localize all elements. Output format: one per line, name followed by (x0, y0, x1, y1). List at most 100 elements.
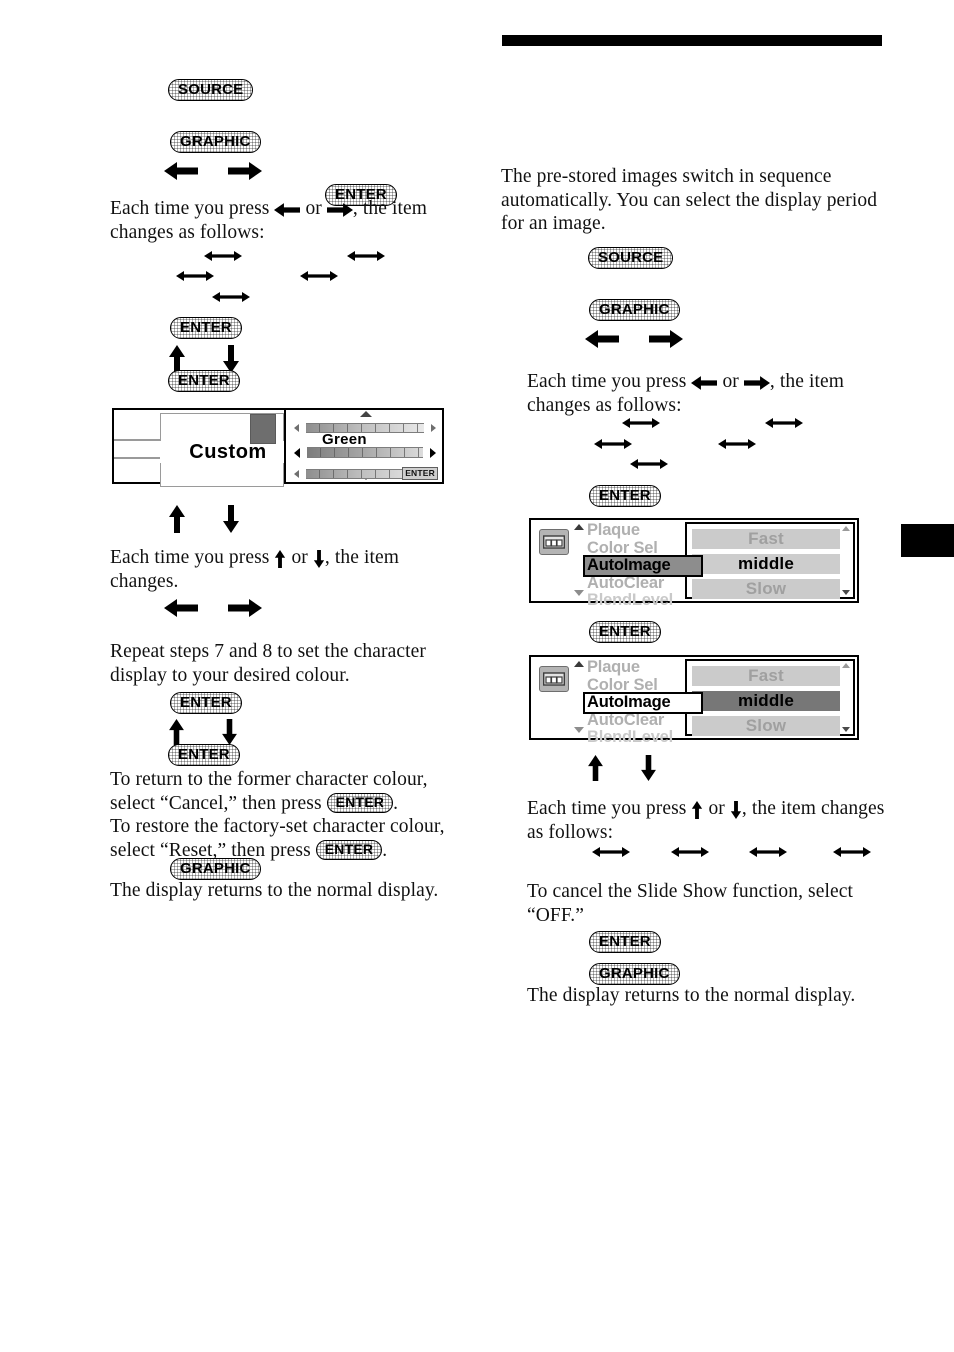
enter-button[interactable]: ENTER (168, 370, 240, 392)
lcd-custom-label: Custom (160, 441, 296, 463)
option-scrollbar[interactable] (842, 526, 852, 595)
scroll-down-triangle-icon[interactable] (574, 590, 584, 596)
cancel-slideshow-line1: To cancel the Slide Show function, selec… (527, 881, 854, 902)
left-step-enter-2: ENTER (170, 317, 242, 339)
right-cancel-slideshow-text: To cancel the Slide Show function, selec… (527, 880, 907, 927)
menu-item-autoclear[interactable]: AutoClear (585, 574, 701, 593)
arrow-up-icon (168, 505, 186, 533)
enter-button[interactable]: ENTER (315, 840, 383, 861)
each-time-lr-part4: changes as follows: (110, 221, 265, 243)
lcd-slider-pane: Green ENTER (284, 410, 442, 482)
cancel-line1: To return to the former character colour… (110, 769, 428, 790)
arrow-up-icon (587, 755, 604, 781)
left-cycle-arrow-4 (300, 269, 338, 288)
menu-item-color-sel[interactable]: Color Sel (585, 539, 701, 558)
graphic-button[interactable]: GRAPHIC (589, 963, 680, 985)
option-scrollbar[interactable] (842, 663, 852, 732)
right-step-enter-3: ENTER (589, 931, 661, 953)
scroll-down-triangle-icon[interactable] (842, 590, 850, 595)
double-headed-arrow-icon (176, 271, 214, 281)
arrow-right-icon (649, 329, 683, 349)
cancel-line2b: . (393, 792, 399, 814)
scroll-down-triangle-icon[interactable] (842, 727, 850, 732)
scroll-up-triangle-icon[interactable] (574, 524, 584, 530)
option-slow[interactable]: Slow (692, 716, 840, 736)
menu-item-plaque[interactable]: Plaque (585, 658, 701, 677)
enter-button[interactable]: ENTER (326, 793, 394, 814)
each-time-lr-part4: changes as follows: (527, 394, 682, 416)
graphic-button[interactable]: GRAPHIC (589, 299, 680, 321)
menu-item-autoclear[interactable]: AutoClear (585, 711, 701, 730)
reset-line1: To restore the factory-set character col… (110, 816, 445, 837)
enter-button[interactable]: ENTER (589, 621, 661, 643)
right-slideshow-cycle-arrow-2 (671, 845, 709, 864)
source-button[interactable]: SOURCE (588, 247, 674, 269)
menu-item-color-sel[interactable]: Color Sel (585, 676, 701, 695)
intro-line1: The pre-stored images switch in sequence (501, 166, 832, 187)
left-arrow-pair-row-2 (164, 598, 262, 618)
graphic-button[interactable]: GRAPHIC (170, 858, 261, 880)
each-time-ud-part2: or (291, 547, 308, 568)
arrow-down-icon (222, 345, 240, 373)
menu-list: Plaque Color Sel AutoImage AutoClear Ble… (585, 521, 701, 609)
arrow-left-icon (691, 375, 718, 391)
right-cycle-arrow-4 (718, 437, 756, 456)
scroll-up-triangle-icon[interactable] (842, 663, 850, 668)
slider-track[interactable] (307, 447, 423, 458)
left-arrow-pair-ud-3 (168, 719, 238, 745)
slider-left-arrow-icon[interactable] (294, 447, 300, 458)
scroll-up-triangle-icon[interactable] (842, 526, 850, 531)
left-cycle-arrow-2 (347, 249, 385, 268)
enter-button[interactable]: ENTER (170, 317, 242, 339)
display-panel-icon (539, 529, 569, 555)
option-middle[interactable]: middle (692, 554, 840, 574)
enter-button[interactable]: ENTER (168, 744, 240, 766)
arrow-up-icon (168, 719, 185, 745)
menu-scrollbar[interactable] (573, 661, 585, 734)
right-step-source: SOURCE (588, 247, 674, 269)
enter-button[interactable]: ENTER (170, 692, 242, 714)
arrow-right-icon (228, 161, 262, 181)
graphic-button[interactable]: GRAPHIC (170, 131, 261, 153)
left-cancel-reset-text: To return to the former character colour… (110, 768, 470, 862)
double-headed-arrow-icon (749, 847, 787, 857)
green-slider[interactable] (294, 447, 436, 458)
right-slideshow-cycle-arrow-4 (833, 845, 871, 864)
intro-line2: automatically. You can select the displa… (501, 189, 878, 211)
arrow-up-icon (274, 549, 286, 568)
menu-item-plaque[interactable]: Plaque (585, 521, 701, 540)
option-panel: Fast middle Slow (685, 659, 855, 736)
option-panel: Fast middle Slow (685, 522, 855, 599)
menu-item-blendlevel[interactable]: BlendLevel (585, 591, 701, 610)
slider-right-arrow-icon[interactable] (430, 447, 436, 458)
menu-item-autoimage[interactable]: AutoImage (585, 556, 701, 575)
slider-right-arrow-icon[interactable] (431, 423, 436, 432)
option-fast[interactable]: Fast (692, 529, 840, 549)
scroll-up-triangle-icon[interactable] (574, 661, 584, 667)
left-arrow-pair-ud-2 (168, 505, 240, 533)
menu-item-autoimage[interactable]: AutoImage (585, 693, 701, 712)
menu-scrollbar[interactable] (573, 524, 585, 597)
left-step-source: SOURCE (168, 79, 254, 101)
right-step-enter-2: ENTER (589, 621, 661, 643)
each-time-ud-part4: changes. (110, 570, 179, 592)
option-slow[interactable]: Slow (692, 579, 840, 599)
slider-left-arrow-icon[interactable] (294, 469, 299, 478)
enter-button[interactable]: ENTER (589, 931, 661, 953)
scroll-down-triangle-icon[interactable] (574, 727, 584, 733)
cancel-slideshow-line2: “OFF.” (527, 904, 584, 926)
menu-item-blendlevel[interactable]: BlendLevel (585, 728, 701, 747)
each-time-lr-part1: Each time you press (527, 371, 687, 392)
lcd-enter-badge: ENTER (402, 467, 438, 480)
each-time-ud-part3: , the item changes (741, 798, 885, 819)
option-middle[interactable]: middle (692, 691, 840, 711)
cancel-line2a: select “Cancel,” then press (110, 792, 322, 814)
slider-left-arrow-icon[interactable] (294, 423, 299, 432)
section-header-rule (502, 35, 882, 46)
arrow-down-icon (222, 505, 240, 533)
left-step-enter-4: ENTER (170, 692, 242, 714)
menu-list: Plaque Color Sel AutoImage AutoClear Ble… (585, 658, 701, 746)
option-fast[interactable]: Fast (692, 666, 840, 686)
source-button[interactable]: SOURCE (168, 79, 254, 101)
enter-button[interactable]: ENTER (589, 485, 661, 507)
